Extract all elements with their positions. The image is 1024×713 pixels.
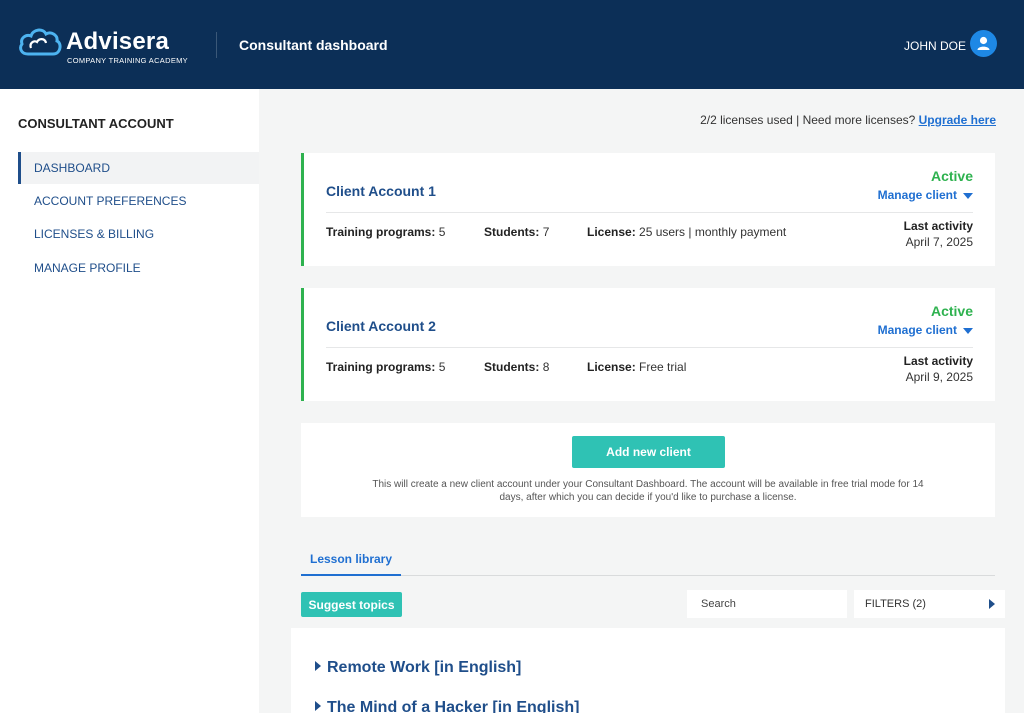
manage-client-dropdown[interactable]: Manage client <box>878 323 973 337</box>
cloud-logo-icon <box>19 28 62 56</box>
students-value: 7 <box>542 225 550 239</box>
header-divider <box>216 32 217 58</box>
last-activity: Last activity April 7, 2025 <box>904 219 973 249</box>
client-card: Client Account 1 Active Manage client Tr… <box>301 153 995 266</box>
license-label: License: <box>587 225 636 239</box>
training-programs-label: Training programs: <box>326 225 436 239</box>
students-label: Students: <box>484 225 540 239</box>
logo-name: Advisera <box>66 28 169 55</box>
expand-arrow-icon <box>315 701 321 711</box>
sidebar: CONSULTANT ACCOUNT DASHBOARD ACCOUNT PRE… <box>0 89 259 713</box>
last-activity-label: Last activity <box>903 219 973 233</box>
lesson-title: Remote Work [in English] <box>327 659 522 676</box>
manage-client-label: Manage client <box>877 188 957 202</box>
license-value: Free trial <box>639 360 687 374</box>
sidebar-item-manage-profile[interactable]: MANAGE PROFILE <box>18 252 259 284</box>
add-client-description: This will create a new client account un… <box>372 479 924 503</box>
lesson-title: The Mind of a Hacker [in English] <box>327 699 580 713</box>
top-header: Advisera COMPANY TRAINING ACADEMY Consul… <box>0 0 1024 89</box>
manage-client-label: Manage client <box>877 323 957 337</box>
search-input[interactable] <box>687 590 847 618</box>
last-activity-date: April 9, 2025 <box>905 370 973 384</box>
library-tabs: Lesson library <box>301 547 995 576</box>
sidebar-item-account-preferences[interactable]: ACCOUNT PREFERENCES <box>18 185 259 217</box>
training-programs-value: 5 <box>438 225 446 239</box>
license-label: License: <box>587 360 636 374</box>
sidebar-item-licenses-billing[interactable]: LICENSES & BILLING <box>18 218 259 250</box>
upgrade-link[interactable]: Upgrade here <box>919 113 996 127</box>
status-badge: Active <box>930 168 973 184</box>
page-title: Consultant dashboard <box>239 37 388 53</box>
sidebar-title: CONSULTANT ACCOUNT <box>18 116 174 131</box>
students-stat: Students: 7 <box>484 225 549 239</box>
caret-down-icon <box>963 327 973 334</box>
client-card: Client Account 2 Active Manage client Tr… <box>301 288 995 401</box>
training-programs-stat: Training programs: 5 <box>326 360 445 374</box>
manage-client-dropdown[interactable]: Manage client <box>878 188 973 202</box>
training-programs-value: 5 <box>438 360 446 374</box>
advisera-logo[interactable]: Advisera COMPANY TRAINING ACADEMY <box>18 26 208 66</box>
expand-arrow-icon <box>315 661 321 671</box>
chevron-right-icon <box>989 599 995 609</box>
user-icon <box>977 36 990 50</box>
students-value: 8 <box>542 360 550 374</box>
list-item[interactable]: Remote Work [in English] <box>315 659 521 677</box>
last-activity: Last activity April 9, 2025 <box>904 354 973 384</box>
students-stat: Students: 8 <box>484 360 549 374</box>
add-new-client-button[interactable]: Add new client <box>572 436 725 468</box>
licenses-text: 2/2 licenses used | Need more licenses? <box>700 113 916 127</box>
license-value: 25 users | monthly payment <box>639 225 787 239</box>
students-label: Students: <box>484 360 540 374</box>
licenses-info: 2/2 licenses used | Need more licenses? … <box>600 113 996 127</box>
logo-tagline: COMPANY TRAINING ACADEMY <box>67 56 188 65</box>
training-programs-stat: Training programs: 5 <box>326 225 445 239</box>
user-name[interactable]: JOHN DOE <box>904 39 966 53</box>
client-name[interactable]: Client Account 2 <box>326 318 436 334</box>
status-badge: Active <box>930 303 973 319</box>
card-divider <box>326 347 973 348</box>
last-activity-label: Last activity <box>903 354 973 368</box>
card-divider <box>326 212 973 213</box>
filters-button[interactable]: FILTERS (2) <box>854 590 1005 618</box>
sidebar-item-dashboard[interactable]: DASHBOARD <box>18 152 259 184</box>
lesson-library-list: Remote Work [in English] The Mind of a H… <box>291 628 1005 713</box>
caret-down-icon <box>963 192 973 199</box>
last-activity-date: April 7, 2025 <box>905 235 973 249</box>
client-name[interactable]: Client Account 1 <box>326 183 436 199</box>
add-client-panel: Add new client This will create a new cl… <box>301 423 995 517</box>
suggest-topics-button[interactable]: Suggest topics <box>301 592 402 617</box>
training-programs-label: Training programs: <box>326 360 436 374</box>
license-stat: License: 25 users | monthly payment <box>587 225 786 239</box>
avatar[interactable] <box>970 30 997 57</box>
license-stat: License: Free trial <box>587 360 686 374</box>
filters-label: FILTERS (2) <box>865 598 926 610</box>
tab-lesson-library[interactable]: Lesson library <box>301 547 401 576</box>
list-item[interactable]: The Mind of a Hacker [in English] <box>315 699 579 713</box>
